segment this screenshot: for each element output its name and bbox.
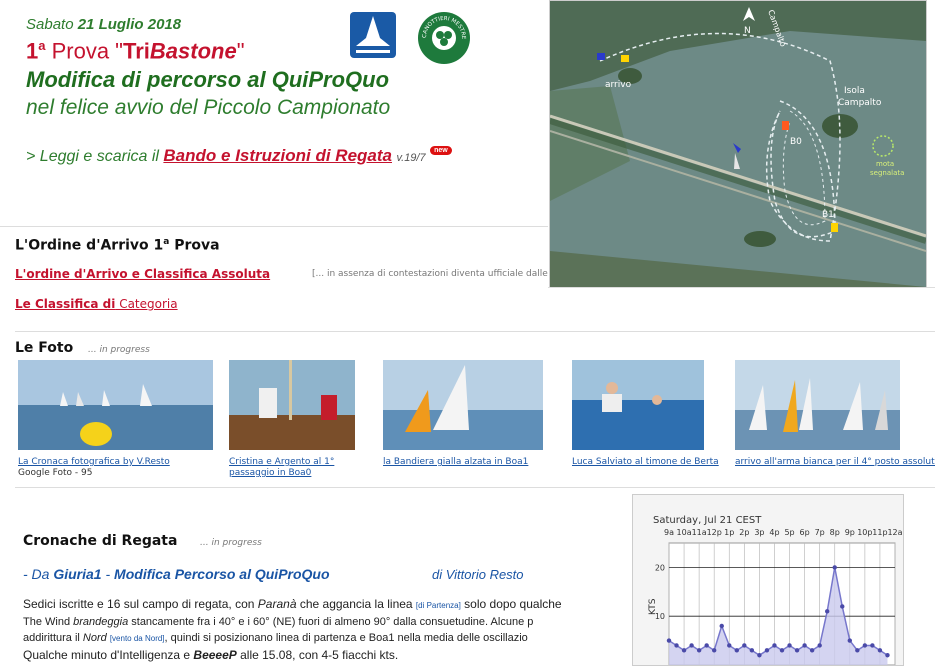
data-point: [727, 643, 732, 648]
map-mota: mota: [876, 160, 894, 168]
cronache-heading: Cronache di Regata: [23, 533, 178, 549]
photo-caption-4[interactable]: Luca Salviato al timone de Berta: [572, 457, 722, 468]
photo-1[interactable]: [18, 360, 213, 450]
map-b1: B1: [822, 210, 834, 220]
x-tick-label: 10p: [857, 528, 872, 537]
wind-chart-svg: Saturday, Jul 21 CEST KTS 9a 10a 11a 12p 1p 2…: [648, 515, 903, 666]
foto-heading: Le Foto: [15, 340, 74, 356]
x-tick-label: 7p: [815, 528, 825, 537]
data-point: [809, 648, 815, 653]
x-tick-label: 10a: [677, 528, 692, 537]
data-point: [877, 648, 883, 653]
data-point: [817, 643, 822, 648]
article-line-3: addirittura il Nord [vento da Nord], qui…: [23, 632, 528, 644]
data-point: [794, 648, 800, 653]
data-point: [742, 643, 747, 648]
classifica-categoria-link[interactable]: Le Classifica di Categoria: [15, 297, 178, 311]
bando-link[interactable]: Bando e Istruzioni di Regata: [163, 146, 392, 165]
divider: [15, 487, 935, 488]
course-map: N Campalto arrivo Isola Campalto B0 B1 m…: [549, 0, 927, 288]
photo-caption-5[interactable]: arrivo all'arma bianca per il 4° posto a…: [735, 457, 935, 468]
x-tick-label: 8p: [830, 528, 840, 537]
x-tick-label: 12a: [887, 528, 902, 537]
data-point: [885, 653, 890, 658]
club-logo-blue: [350, 12, 396, 58]
article-line-1: Sedici iscritte e 16 sul campo di regata…: [23, 597, 562, 611]
canottieri-mestre-logo: CANOTTIERI MESTRE: [418, 12, 470, 64]
data-point: [674, 643, 679, 648]
page-tagline: nel felice avvio del Piccolo Campionato: [26, 96, 391, 119]
chart-title: Saturday, Jul 21 CEST: [653, 515, 762, 526]
ufficiale-note: [... in assenza di contestazioni diventa…: [312, 269, 548, 279]
data-point: [689, 643, 694, 648]
data-point: [704, 643, 709, 648]
photo-caption-3[interactable]: la Bandiera gialla alzata in Boa1: [383, 457, 553, 468]
data-point: [696, 648, 702, 653]
article-heading: - Da Giuria1 - Modifica Percorso al QuiP…: [23, 566, 330, 582]
data-point: [802, 643, 807, 648]
x-tick-label: 4p: [769, 528, 779, 537]
event-date: Sabato 21 Luglio 2018: [26, 16, 182, 33]
data-point: [764, 648, 770, 653]
new-badge: new: [430, 146, 452, 155]
map-isola: Isola: [844, 86, 865, 96]
divider: [15, 331, 935, 332]
wind-chart: Saturday, Jul 21 CEST KTS 9a 10a 11a 12p 1p 2…: [632, 494, 904, 666]
photo-3[interactable]: [383, 360, 543, 450]
article-line-2: The Wind brandeggia stancamente fra i 40…: [23, 616, 534, 628]
article-author: di Vittorio Resto: [432, 567, 524, 582]
photo-5[interactable]: [735, 360, 900, 450]
article-line-4: Qualche minuto d'Intelligenza e BeeeeP a…: [23, 648, 399, 662]
photo-4[interactable]: [572, 360, 704, 450]
map-campalto: Campalto: [838, 98, 882, 108]
x-tick-label: 3p: [754, 528, 764, 537]
map-b0: B0: [790, 137, 802, 147]
cronache-progress: ... in progress: [200, 538, 262, 548]
data-point: [719, 623, 724, 629]
y-tick-label: 20: [655, 563, 665, 572]
data-point: [712, 648, 717, 653]
data-point: [832, 565, 837, 570]
photo-caption-1[interactable]: La Cronaca fotografica by V.Resto Google …: [18, 457, 218, 479]
x-tick-label: 9a: [664, 528, 674, 537]
data-point: [757, 653, 762, 658]
bando-line: > Leggi e scarica il Bando e Istruzioni …: [26, 146, 452, 166]
data-point: [825, 609, 830, 614]
foto-progress: ... in progress: [88, 345, 150, 355]
map-segnalata: segnalata: [870, 169, 904, 177]
data-point: [787, 643, 792, 648]
data-point: [749, 648, 755, 653]
y-tick-label: 10: [655, 612, 665, 621]
data-point: [847, 638, 852, 643]
data-point: [772, 643, 777, 648]
data-point: [870, 643, 875, 648]
map-arrivo: arrivo: [605, 80, 632, 90]
data-point: [734, 648, 739, 653]
data-point: [855, 648, 860, 653]
x-tick-label: 11p: [872, 528, 887, 537]
x-tick-label: 12p: [707, 528, 722, 537]
x-tick-label: 6p: [800, 528, 810, 537]
divider: [0, 226, 548, 227]
page-subtitle: Modifica di percorso al QuiProQuo: [26, 67, 390, 92]
arrivo-heading: L'Ordine d'Arrivo 1a Prova: [15, 237, 220, 254]
photo-2[interactable]: [229, 360, 355, 450]
divider: [548, 287, 935, 288]
data-point: [862, 643, 868, 648]
ordine-arrivo-link[interactable]: L'ordine d'Arrivo e Classifica Assoluta: [15, 267, 270, 281]
data-point: [779, 648, 785, 653]
x-tick-label: 5p: [784, 528, 794, 537]
photo-caption-2[interactable]: Cristina e Argento al 1° passaggio in Bo…: [229, 457, 359, 479]
article-body: Sedici iscritte e 16 sul campo di regata…: [23, 596, 628, 663]
x-tick-label: 2p: [739, 528, 749, 537]
data-point: [666, 638, 672, 643]
plot-area: [668, 542, 896, 666]
x-tick-label: 9p: [845, 528, 855, 537]
page-title: 1a Prova "TriBastone": [26, 38, 245, 64]
data-point: [840, 604, 845, 609]
x-tick-label: 11a: [692, 528, 707, 537]
data-point: [681, 648, 687, 653]
map-north: N: [744, 26, 751, 36]
x-tick-label: 1p: [724, 528, 734, 537]
